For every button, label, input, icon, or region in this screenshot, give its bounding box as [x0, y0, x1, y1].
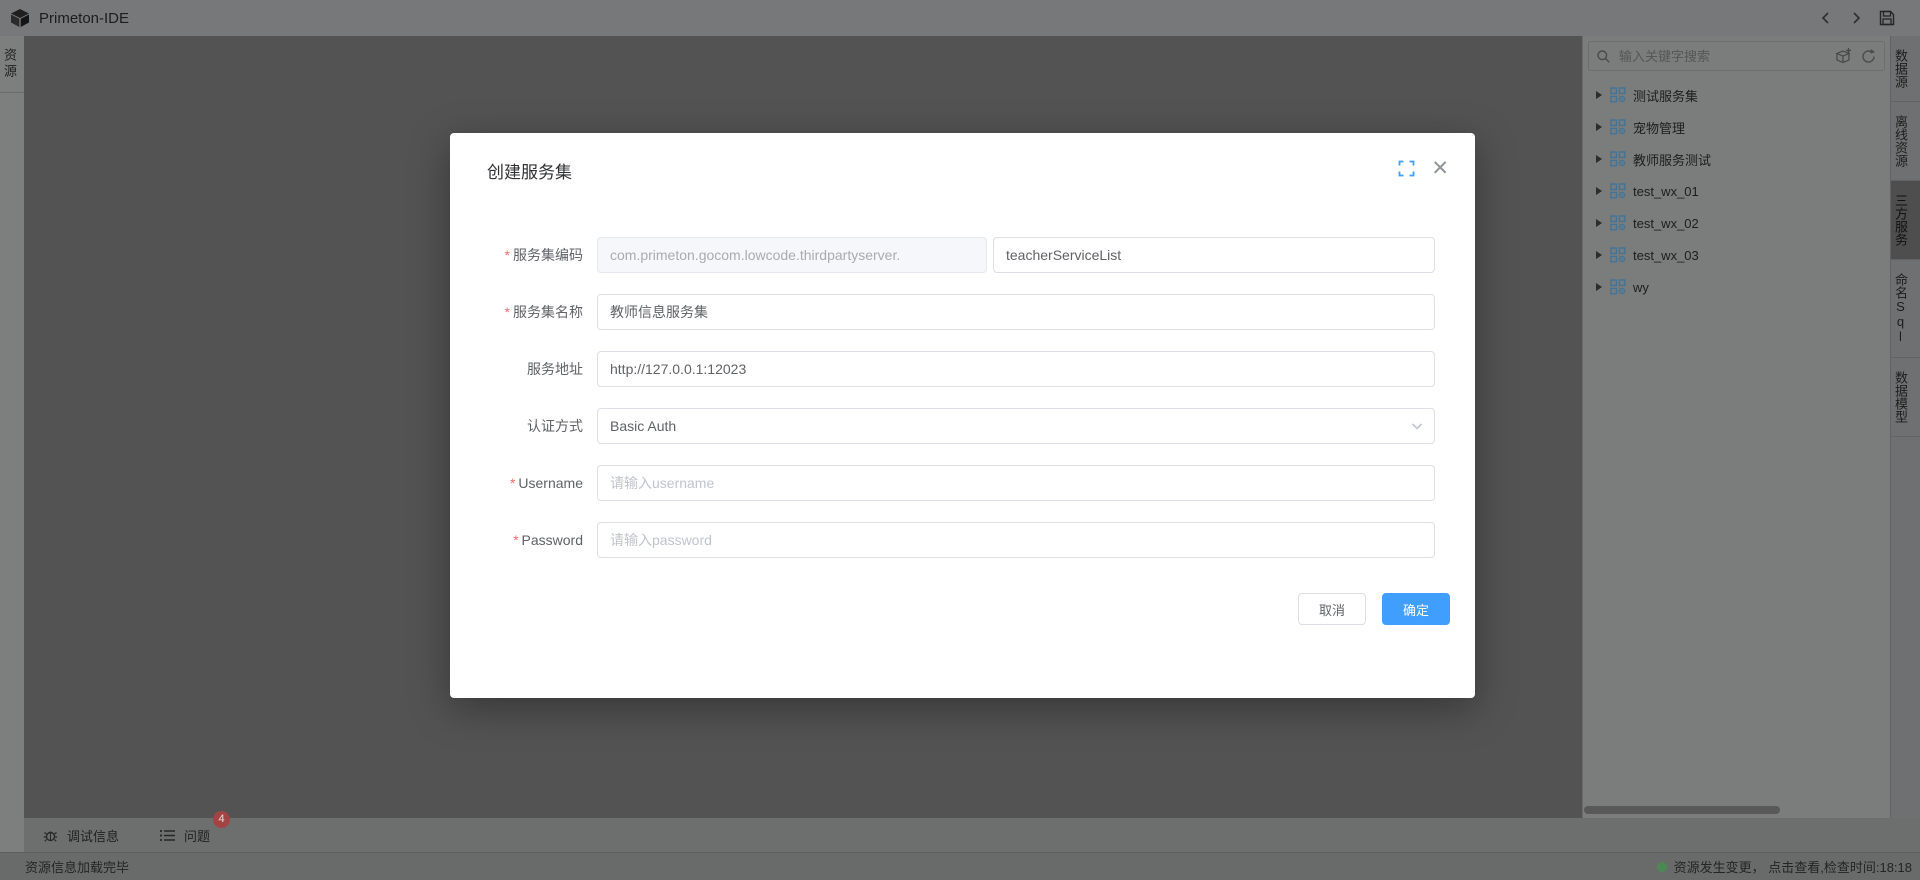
field-label: 认证方式 — [450, 416, 597, 436]
tree-item-label: 测试服务集 — [1633, 86, 1698, 105]
tree-search-input[interactable] — [1617, 48, 1835, 65]
left-activity-rail: 资源 — [0, 36, 24, 852]
tree-item[interactable]: test_wx_03 — [1583, 239, 1890, 271]
expand-caret-icon[interactable] — [1596, 219, 1602, 227]
tree-item[interactable]: test_wx_01 — [1583, 175, 1890, 207]
code-prefix-input — [597, 237, 987, 273]
rail-tab-thirdparty-services[interactable]: 三方服务 — [1891, 181, 1920, 260]
service-set-icon — [1610, 119, 1626, 135]
name-input[interactable] — [597, 294, 1435, 330]
tree-item[interactable]: 测试服务集 — [1583, 79, 1890, 111]
nav-back-icon[interactable] — [1818, 10, 1834, 26]
tree-item-label: wy — [1633, 280, 1649, 295]
service-set-icon — [1610, 247, 1626, 263]
save-icon[interactable] — [1878, 9, 1896, 27]
tree-search-box — [1588, 41, 1885, 71]
password-input[interactable] — [597, 522, 1435, 558]
required-marker: * — [505, 304, 510, 320]
expand-caret-icon[interactable] — [1596, 187, 1602, 195]
rail-tab-resources[interactable]: 资源 — [0, 36, 24, 93]
status-dot-icon — [1657, 862, 1667, 872]
rail-tab-datasource[interactable]: 数据源 — [1891, 36, 1920, 102]
expand-caret-icon[interactable] — [1596, 123, 1602, 131]
rail-tab-named-sql[interactable]: 命名Sql — [1891, 260, 1920, 358]
fullscreen-icon[interactable] — [1398, 160, 1415, 177]
tree-item[interactable]: test_wx_02 — [1583, 207, 1890, 239]
field-username: *Username — [450, 465, 1435, 501]
app-logo-icon — [10, 8, 30, 28]
address-input[interactable] — [597, 351, 1435, 387]
service-set-icon — [1610, 87, 1626, 103]
resource-change-notice[interactable]: 资源发生变更， 点击查看,检查时间:18:18 — [1657, 857, 1912, 876]
app-window: Primeton-IDE 资源 — [0, 0, 1920, 880]
required-marker: * — [505, 247, 510, 263]
field-label: *服务集编码 — [450, 245, 597, 265]
tab-problems[interactable]: 问题 4 — [153, 818, 216, 852]
add-service-set-icon[interactable] — [1835, 47, 1853, 65]
tree-item[interactable]: 教师服务测试 — [1583, 143, 1890, 175]
service-set-icon — [1610, 215, 1626, 231]
expand-caret-icon[interactable] — [1596, 91, 1602, 99]
service-set-icon — [1610, 151, 1626, 167]
tree-item-label: test_wx_02 — [1633, 216, 1699, 231]
service-set-tree: 测试服务集 宠物管理 教师服务测试 test_wx_01 test_wx_02 — [1583, 75, 1890, 303]
resource-change-text: 资源发生变更， 点击查看,检查时间:18:18 — [1674, 857, 1912, 876]
close-icon[interactable]: ✕ — [1431, 159, 1449, 177]
refresh-icon[interactable] — [1860, 48, 1877, 65]
title-bar: Primeton-IDE — [0, 0, 1920, 36]
tree-item[interactable]: 宠物管理 — [1583, 111, 1890, 143]
tab-debug-info-label: 调试信息 — [67, 826, 119, 845]
field-service-address: 服务地址 — [450, 351, 1435, 387]
code-input[interactable] — [993, 237, 1435, 273]
service-tree-panel: 测试服务集 宠物管理 教师服务测试 test_wx_01 test_wx_02 — [1582, 36, 1890, 818]
right-category-rail: 数据源 离线资源 三方服务 命名Sql 数据模型 — [1890, 36, 1920, 818]
field-label: *服务集名称 — [450, 302, 597, 322]
required-marker: * — [513, 532, 518, 548]
auth-type-value[interactable] — [597, 408, 1435, 444]
auth-type-select[interactable] — [597, 408, 1435, 444]
dialog-form: *服务集编码 *服务集名称 服务地址 — [450, 237, 1435, 579]
confirm-button[interactable]: 确定 — [1382, 593, 1450, 625]
app-title: Primeton-IDE — [39, 10, 129, 27]
cancel-button[interactable]: 取消 — [1298, 593, 1366, 625]
nav-forward-icon[interactable] — [1848, 10, 1864, 26]
required-marker: * — [510, 475, 515, 491]
problems-list-icon — [159, 828, 176, 843]
problems-count-badge: 4 — [213, 811, 230, 828]
service-set-icon — [1610, 279, 1626, 295]
field-auth-type: 认证方式 — [450, 408, 1435, 444]
username-input[interactable] — [597, 465, 1435, 501]
search-icon — [1596, 49, 1611, 64]
status-bar: 资源信息加载完毕 资源发生变更， 点击查看,检查时间:18:18 — [0, 852, 1920, 880]
expand-caret-icon[interactable] — [1596, 155, 1602, 163]
rail-tab-offline-resources[interactable]: 离线资源 — [1891, 102, 1920, 181]
field-service-set-name: *服务集名称 — [450, 294, 1435, 330]
field-service-set-code: *服务集编码 — [450, 237, 1435, 273]
dialog-title: 创建服务集 — [487, 158, 572, 183]
tree-item-label: test_wx_03 — [1633, 248, 1699, 263]
field-label: 服务地址 — [450, 359, 597, 379]
tree-item[interactable]: wy — [1583, 271, 1890, 303]
expand-caret-icon[interactable] — [1596, 251, 1602, 259]
field-label: *Username — [450, 475, 597, 491]
tree-item-label: 宠物管理 — [1633, 118, 1685, 137]
service-set-icon — [1610, 183, 1626, 199]
rail-tab-data-model[interactable]: 数据模型 — [1891, 358, 1920, 437]
tree-item-label: test_wx_01 — [1633, 184, 1699, 199]
tree-item-label: 教师服务测试 — [1633, 150, 1711, 169]
field-password: *Password — [450, 522, 1435, 558]
bottom-panel-tabbar: 调试信息 问题 4 — [24, 818, 1920, 852]
create-service-set-dialog: 创建服务集 ✕ *服务集编码 *服务 — [450, 133, 1475, 698]
status-message: 资源信息加载完毕 — [25, 857, 129, 876]
tab-problems-label: 问题 — [184, 826, 210, 845]
tab-debug-info[interactable]: 调试信息 — [36, 818, 125, 852]
horizontal-scrollbar[interactable] — [1584, 806, 1780, 814]
field-label: *Password — [450, 532, 597, 548]
debug-icon — [42, 827, 59, 844]
expand-caret-icon[interactable] — [1596, 283, 1602, 291]
